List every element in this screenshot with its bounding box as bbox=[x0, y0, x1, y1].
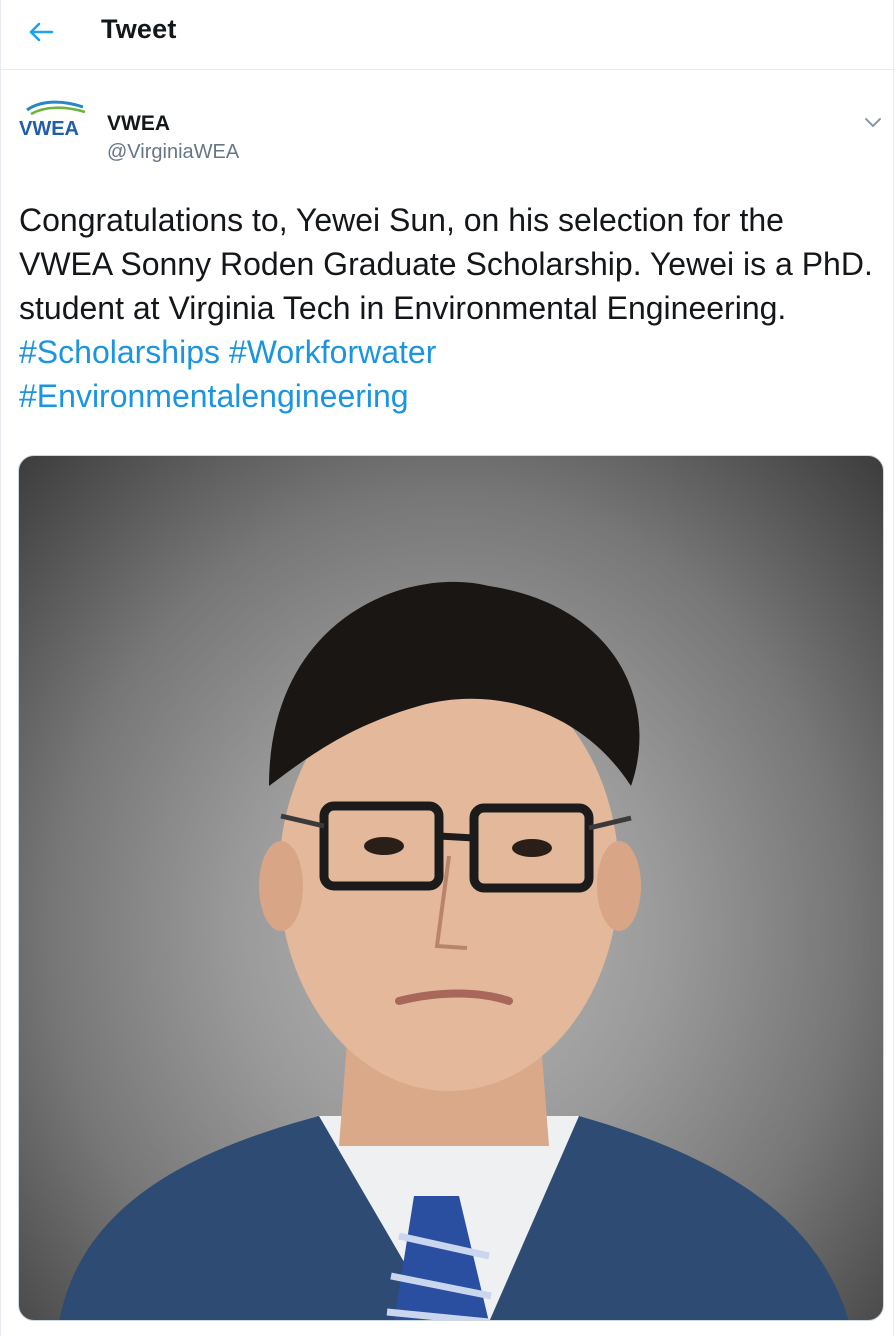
hashtag-scholarships[interactable]: #Scholarships bbox=[19, 334, 220, 370]
tweet-page: Tweet VWEA VWEA @VirginiaWEA Congratulat… bbox=[0, 0, 895, 1336]
author-handle[interactable]: @VirginiaWEA bbox=[107, 141, 239, 164]
page-title: Tweet bbox=[101, 14, 177, 44]
back-button[interactable] bbox=[23, 14, 59, 50]
author-name[interactable]: VWEA bbox=[107, 112, 170, 136]
tweet-text: Congratulations to, Yewei Sun, on his se… bbox=[19, 198, 879, 418]
arrow-left-icon bbox=[29, 22, 54, 42]
more-options-button[interactable] bbox=[859, 108, 887, 136]
chevron-down-icon bbox=[865, 118, 881, 127]
tweet-photo[interactable] bbox=[18, 455, 884, 1321]
vwea-logo[interactable]: VWEA bbox=[19, 98, 91, 138]
portrait-image bbox=[59, 581, 849, 1320]
tweet-body: Congratulations to, Yewei Sun, on his se… bbox=[19, 202, 873, 326]
svg-text:VWEA: VWEA bbox=[19, 118, 79, 138]
hashtag-workforwater[interactable]: #Workforwater bbox=[229, 334, 436, 370]
hashtag-environmentalengineering[interactable]: #Environmentalengineering bbox=[19, 378, 409, 414]
page-header: Tweet bbox=[1, 0, 895, 70]
